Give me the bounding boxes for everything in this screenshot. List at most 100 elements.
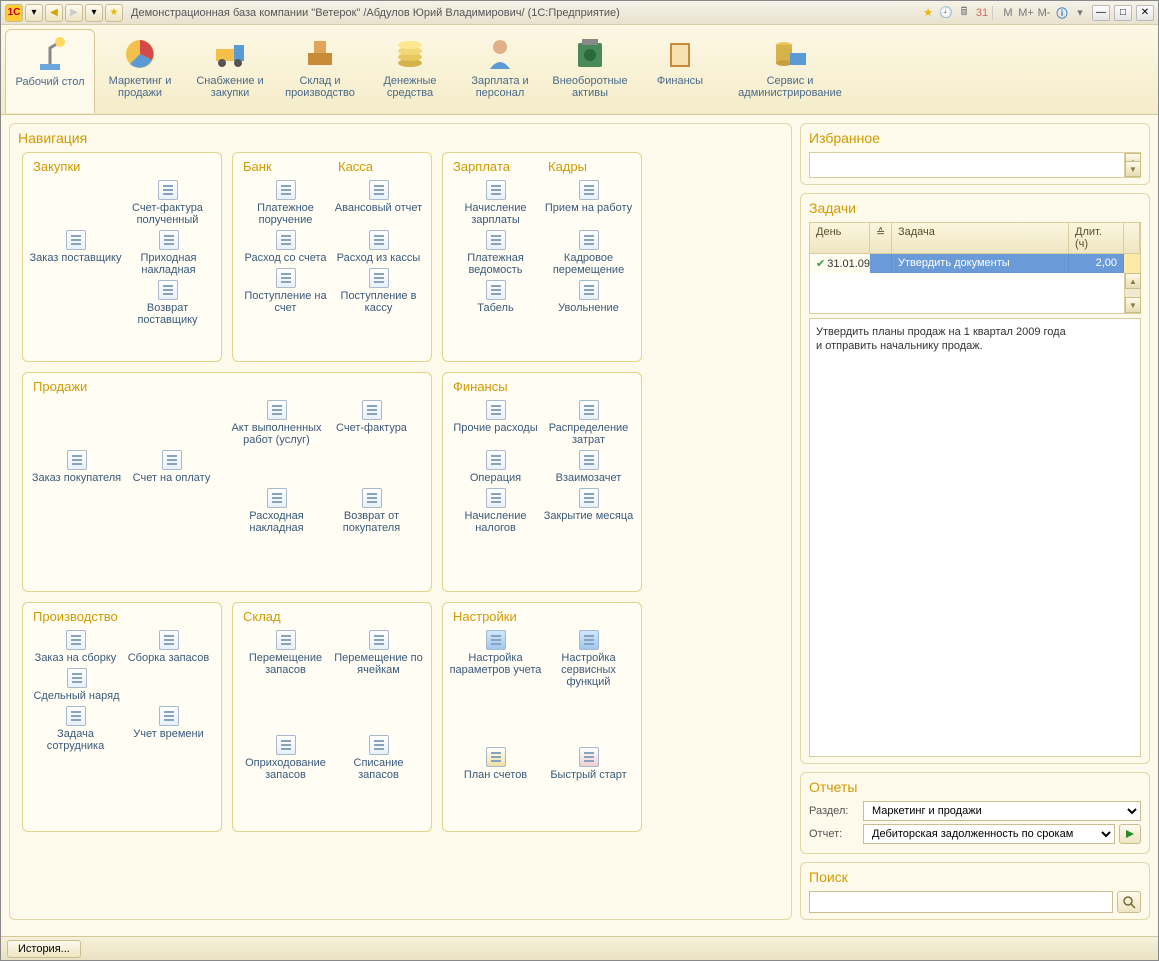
node-zakaz-sborka[interactable]: Заказ на сборку (29, 628, 122, 666)
node-raspr-zatrat[interactable]: Распределение затрат (542, 398, 635, 448)
nav-back-icon[interactable]: ◀ (45, 4, 63, 22)
maximize-button[interactable]: □ (1114, 5, 1132, 21)
tab-service[interactable]: Сервис и администрирование (745, 29, 835, 113)
node-zadacha-sotr[interactable]: Задача сотрудника (29, 704, 122, 754)
node-bystryi-start[interactable]: Быстрый старт (542, 745, 635, 783)
nav-fwd-icon[interactable]: ▶ (65, 4, 83, 22)
info-drop-icon[interactable]: ▾ (1072, 5, 1088, 21)
node-plat-vedom[interactable]: Платежная ведомость (449, 228, 542, 278)
node-sdelnyi[interactable]: Сдельный наряд (29, 666, 124, 704)
col-day[interactable]: День (810, 223, 870, 253)
history-button[interactable]: История... (7, 940, 81, 958)
node-rashod-schet[interactable]: Расход со счета (239, 228, 332, 266)
node-prihodnaya[interactable]: Приходная накладная (122, 228, 215, 278)
group-sklad: Склад Перемещение запасовПеремещение по … (232, 602, 432, 832)
node-rashodnaya[interactable]: Расходная накладная (229, 486, 324, 536)
safe-icon (570, 35, 610, 73)
close-button[interactable]: ✕ (1136, 5, 1154, 21)
node-post-schet[interactable]: Поступление на счет (239, 266, 332, 316)
mem-mminus[interactable]: M- (1036, 5, 1052, 21)
coins-icon (390, 35, 430, 73)
nav-drop-icon[interactable]: ▾ (85, 4, 103, 22)
dropdown-icon[interactable]: ▾ (25, 4, 43, 22)
node-spisanie[interactable]: Списание запасов (332, 733, 425, 783)
node-vozvrat-post[interactable]: Возврат поставщику (120, 278, 215, 328)
mem-mplus[interactable]: M+ (1018, 5, 1034, 21)
group-finansy: Финансы Прочие расходыРаспределение затр… (442, 372, 642, 592)
scroll-down-icon[interactable]: ▼ (1125, 161, 1141, 177)
fav-star-icon[interactable]: ★ (920, 5, 936, 21)
node-schet-faktura-pol[interactable]: Счет-фактура полученный (120, 178, 215, 228)
node-perem-yacheiki[interactable]: Перемещение по ячейкам (332, 628, 425, 678)
tasks-scroll-up[interactable]: ▲ (1125, 273, 1141, 289)
run-report-button[interactable] (1119, 824, 1141, 844)
favorites-list[interactable]: ▲ ▼ (809, 152, 1141, 178)
tasks-title: Задачи (809, 200, 1141, 216)
boxes-icon (300, 35, 340, 73)
node-rashod-kassa[interactable]: Расход из кассы (332, 228, 425, 266)
group-zarplata-kadry: ЗарплатаКадры Начисление зарплатыПрием н… (442, 152, 642, 362)
node-avans-otchet[interactable]: Авансовый отчет (332, 178, 425, 228)
node-sborka[interactable]: Сборка запасов (122, 628, 215, 666)
tab-salary[interactable]: Зарплата и персонал (455, 29, 545, 113)
tab-warehouse[interactable]: Склад и производство (275, 29, 365, 113)
col-dur[interactable]: Длит. (ч) (1069, 223, 1124, 253)
node-vozvrat-pokup[interactable]: Возврат от покупателя (324, 486, 419, 536)
node-vzaimozachet[interactable]: Взаимозачет (542, 448, 635, 486)
content-area: Навигация Закупки Счет-фактура полученны… (1, 115, 1158, 936)
app-logo-icon[interactable]: 1C (5, 4, 23, 22)
node-kadr-perem[interactable]: Кадровое перемещение (542, 228, 635, 278)
tab-supply[interactable]: Снабжение и закупки (185, 29, 275, 113)
node-nastr-uchet[interactable]: Настройка параметров учета (449, 628, 542, 690)
tasks-scroll-down[interactable]: ▼ (1125, 297, 1141, 313)
minimize-button[interactable]: — (1092, 5, 1110, 21)
task-row[interactable]: ✔31.01.09 Утвердить документы 2,00 (810, 254, 1140, 273)
node-perem-zapasov[interactable]: Перемещение запасов (239, 628, 332, 678)
node-nachisl-nalog[interactable]: Начисление налогов (449, 486, 542, 536)
tasks-table: День ≙ Задача Длит. (ч) ✔31.01.09 Утверд… (809, 222, 1141, 314)
tab-desktop[interactable]: Рабочий стол (5, 29, 95, 113)
node-oprihod[interactable]: Оприходование запасов (239, 733, 332, 783)
favorites-title: Избранное (809, 130, 1141, 146)
group-bank-kassa: БанкКасса Платежное поручениеАвансовый о… (232, 152, 432, 362)
tab-finance[interactable]: Финансы (635, 29, 725, 113)
col-task[interactable]: Задача (892, 223, 1069, 253)
node-zakaz-post[interactable]: Заказ поставщику (29, 228, 122, 278)
node-priem[interactable]: Прием на работу (542, 178, 635, 228)
node-uchet-vremeni[interactable]: Учет времени (122, 704, 215, 754)
app-window: 1C ▾ ◀ ▶ ▾ ★ Демонстрационная база компа… (0, 0, 1159, 961)
person-icon (480, 35, 520, 73)
node-schet-faktura[interactable]: Счет-фактура (324, 398, 419, 448)
info-icon[interactable]: ⓘ (1054, 5, 1070, 21)
node-prochie[interactable]: Прочие расходы (449, 398, 542, 448)
task-description: Утвердить планы продаж на 1 квартал 2009… (809, 318, 1141, 757)
pie-chart-icon (120, 35, 160, 73)
node-uvolnenie[interactable]: Увольнение (542, 278, 635, 316)
history-icon[interactable]: 🕘 (938, 5, 954, 21)
node-operaciya[interactable]: Операция (449, 448, 542, 486)
star-icon[interactable]: ★ (105, 4, 123, 22)
tab-money[interactable]: Денежные средства (365, 29, 455, 113)
section-select[interactable]: Маркетинг и продажи (863, 801, 1141, 821)
node-tabel[interactable]: Табель (449, 278, 542, 316)
node-schet-oplata[interactable]: Счет на оплату (124, 448, 219, 486)
tab-marketing[interactable]: Маркетинг и продажи (95, 29, 185, 113)
node-zakrytie[interactable]: Закрытие месяца (542, 486, 635, 536)
node-zakaz-pokup[interactable]: Заказ покупателя (29, 448, 124, 486)
calc-icon[interactable]: 🖩 (956, 5, 972, 21)
node-akt-rabot[interactable]: Акт выполненных работ (услуг) (229, 398, 324, 448)
node-nachisl-zp[interactable]: Начисление зарплаты (449, 178, 542, 228)
col-sort-icon[interactable]: ≙ (870, 223, 892, 253)
node-plat-poruch[interactable]: Платежное поручение (239, 178, 332, 228)
calendar-icon[interactable]: 31 (974, 5, 990, 21)
report-select[interactable]: Дебиторская задолженность по срокам (863, 824, 1115, 844)
tab-assets[interactable]: Внеоборотные активы (545, 29, 635, 113)
group-nastroiki: Настройки Настройка параметров учетаНаст… (442, 602, 642, 832)
search-button[interactable] (1117, 891, 1141, 913)
mem-m[interactable]: M (1000, 5, 1016, 21)
main-pane: Навигация Закупки Счет-фактура полученны… (9, 123, 792, 928)
node-plan-schetov[interactable]: План счетов (449, 745, 542, 783)
node-post-kassa[interactable]: Поступление в кассу (332, 266, 425, 316)
search-input[interactable] (809, 891, 1113, 913)
node-nastr-serv[interactable]: Настройка сервисных функций (542, 628, 635, 690)
